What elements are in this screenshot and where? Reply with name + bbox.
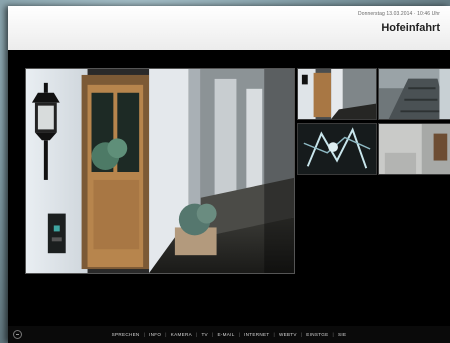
camera-feed-stairs-icon [379, 69, 450, 119]
camera-thumbnail-1[interactable] [297, 68, 377, 120]
camera-feed-garden-icon [298, 124, 376, 174]
nav-item-sie[interactable]: SIE [334, 332, 350, 337]
camera-thumbnail-3[interactable] [297, 123, 377, 175]
camera-thumbnail-2[interactable] [378, 68, 450, 120]
bottom-navigation: SPRECHEN | INFO | KAMERA | TV | E-MAIL |… [8, 326, 450, 343]
nav-item-internet[interactable]: INTERNET [240, 332, 273, 337]
nav-item-email[interactable]: E-MAIL [213, 332, 238, 337]
camera-feed-entrance-icon [26, 69, 294, 273]
nav-item-info[interactable]: INFO [145, 332, 165, 337]
header-date: Donnerstag 13.03.2014 · 10:46 Uhr [358, 11, 440, 17]
nav-item-kamera[interactable]: KAMERA [167, 332, 196, 337]
nav-item-webtv[interactable]: WEBTV [275, 332, 301, 337]
nav-item-sprechen[interactable]: SPRECHEN [108, 332, 144, 337]
page-title: Hofeinfahrt [381, 22, 440, 34]
main-camera-view[interactable] [25, 68, 295, 274]
camera-thumbnail-4[interactable] [378, 123, 450, 175]
power-icon[interactable] [13, 330, 22, 339]
camera-feed-hallway-icon [379, 124, 450, 174]
header-bar: Donnerstag 13.03.2014 · 10:46 Uhr Hofein… [8, 6, 450, 50]
camera-feed-entrance-icon [298, 69, 376, 119]
nav-item-einstellungen[interactable]: EINSTGE [302, 332, 332, 337]
touch-panel-screen: Donnerstag 13.03.2014 · 10:46 Uhr Hofein… [8, 6, 450, 343]
nav-item-tv[interactable]: TV [197, 332, 211, 337]
